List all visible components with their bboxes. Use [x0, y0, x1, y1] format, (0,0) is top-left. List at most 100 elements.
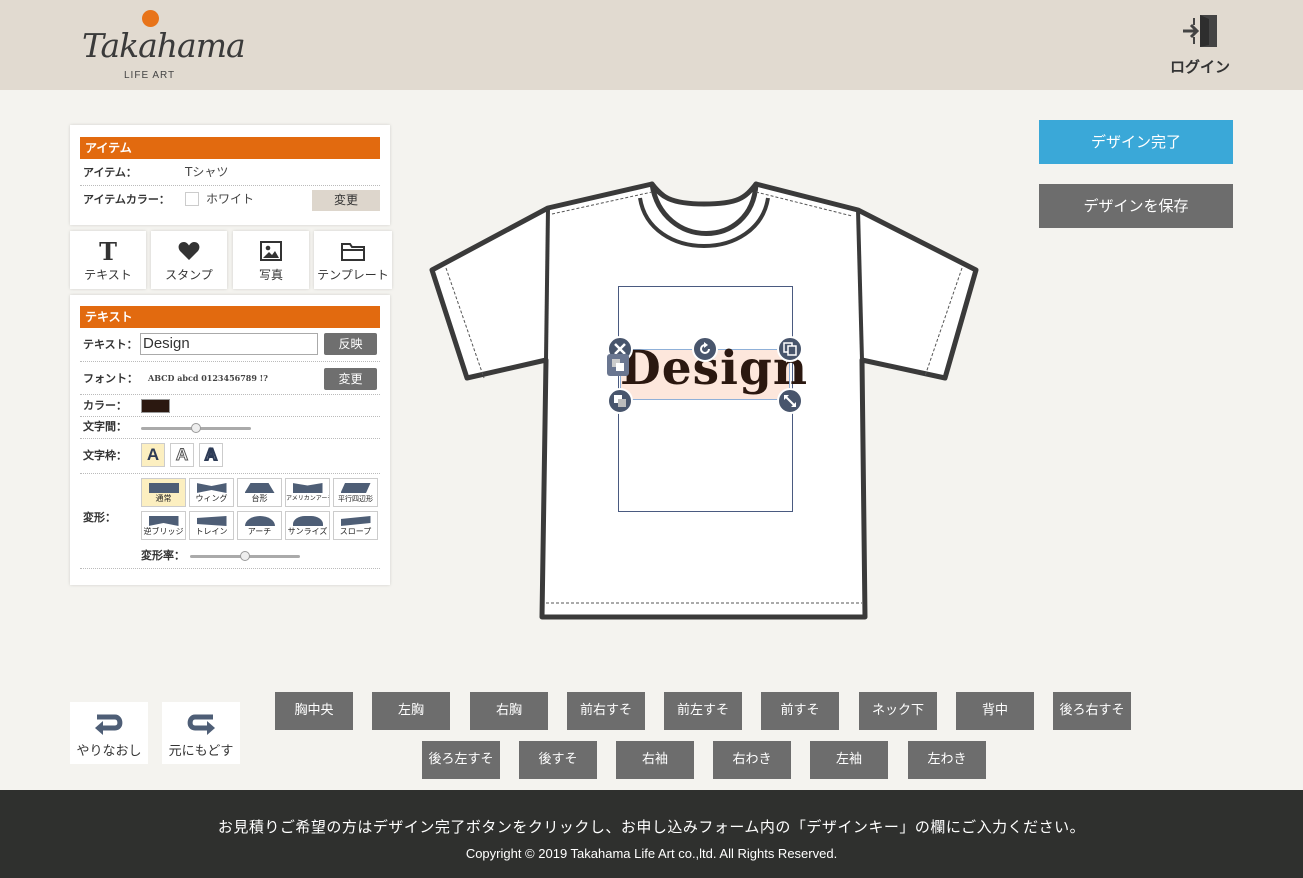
position-button[interactable]: 左袖	[810, 741, 888, 779]
deform-trapezoid-label: 台形	[251, 494, 268, 503]
outline-option-none[interactable]: A	[141, 443, 165, 467]
text-color-swatch[interactable]	[141, 399, 170, 413]
font-row: フォント： ABCD abcd 0123456789 !? 変更	[80, 362, 380, 395]
deform-parallelogram-shape	[340, 483, 371, 493]
login-icon	[1183, 15, 1217, 47]
position-button[interactable]: ネック下	[859, 692, 937, 730]
outline-option-thin[interactable]: A	[170, 443, 194, 467]
layer-back-handle[interactable]	[607, 354, 629, 376]
layer-front-handle[interactable]	[607, 388, 633, 414]
deform-reverse-bridge-label: 逆ブリッジ	[143, 527, 184, 536]
deform-trapezoid[interactable]: 台形	[237, 478, 282, 507]
position-button[interactable]: 胸中央	[275, 692, 353, 730]
deform-slope[interactable]: スロープ	[333, 511, 378, 540]
deform-sunrise-shape	[292, 516, 323, 526]
rotate-handle[interactable]	[692, 336, 718, 362]
color-row: カラー：	[80, 395, 380, 417]
position-button[interactable]: 背中	[956, 692, 1034, 730]
position-button[interactable]: 右袖	[616, 741, 694, 779]
undo-button[interactable]: やりなおし	[70, 702, 148, 764]
deform-american-arch-label: アメリカンアーチ	[286, 495, 329, 502]
design-complete-button[interactable]: デザイン完了	[1039, 120, 1233, 164]
tool-photo[interactable]: 写真	[233, 231, 309, 289]
position-button[interactable]: 後すそ	[519, 741, 597, 779]
item-color-value: ホワイト	[206, 192, 255, 206]
text-section-title: テキスト	[80, 306, 380, 328]
copyright: Copyright © 2019 Takahama Life Art co.,l…	[465, 846, 838, 861]
footer: お見積りご希望の方はデザイン完了ボタンをクリックし、お申し込みフォーム内の「デザ…	[0, 790, 1303, 878]
spacing-slider-handle[interactable]	[191, 423, 201, 433]
font-change-button[interactable]: 変更	[324, 368, 377, 390]
deform-rate-slider-handle[interactable]	[240, 551, 250, 561]
deform-reverse-bridge[interactable]: 逆ブリッジ	[141, 511, 186, 540]
deform-arch-shape	[244, 516, 275, 526]
position-button[interactable]: 左わき	[908, 741, 986, 779]
item-section-title: アイテム	[80, 137, 380, 159]
text-input-row: テキスト： Design 反映	[80, 328, 380, 362]
deform-train-label: トレイン	[195, 527, 228, 536]
duplicate-handle[interactable]	[777, 336, 803, 362]
text-input[interactable]: Design	[140, 333, 318, 355]
position-button[interactable]: 前右すそ	[567, 692, 645, 730]
position-button[interactable]: 後ろ右すそ	[1053, 692, 1131, 730]
redo-button[interactable]: 元にもどす	[162, 702, 240, 764]
tool-text-label: テキスト	[84, 268, 132, 282]
deform-arch[interactable]: アーチ	[237, 511, 282, 540]
position-button[interactable]: 前左すそ	[664, 692, 742, 730]
tool-stamp[interactable]: スタンプ	[151, 231, 227, 289]
image-icon	[260, 241, 282, 261]
font-label: フォント：	[83, 372, 138, 385]
login-button[interactable]: ログイン	[1162, 12, 1238, 80]
apply-text-button[interactable]: 反映	[324, 333, 377, 355]
text-label: テキスト：	[83, 338, 138, 351]
deform-american-arch[interactable]: アメリカンアーチ	[285, 478, 330, 507]
rotate-icon	[700, 342, 710, 354]
logo-subtitle: LIFE ART	[124, 70, 176, 81]
item-color-swatch	[185, 192, 199, 206]
deform-wing[interactable]: ウィング	[189, 478, 234, 507]
resize-handle[interactable]	[777, 388, 803, 414]
tool-stamp-label: スタンプ	[165, 268, 213, 282]
deform-sunrise-label: サンライズ	[287, 527, 328, 536]
deform-slope-shape	[340, 516, 371, 526]
item-change-button[interactable]: 変更	[312, 190, 380, 211]
logo-text: Takahama	[82, 26, 246, 65]
resize-icon	[784, 395, 796, 407]
deform-sunrise[interactable]: サンライズ	[285, 511, 330, 540]
redo-label: 元にもどす	[168, 744, 234, 759]
copy-icon	[783, 342, 797, 356]
item-color-row: アイテムカラー： ホワイト 変更	[80, 186, 380, 213]
deform-rate-slider[interactable]	[190, 551, 300, 561]
deform-parallelogram[interactable]: 平行四辺形	[333, 478, 378, 507]
position-button[interactable]: 前すそ	[761, 692, 839, 730]
deform-trapezoid-shape	[244, 483, 275, 493]
svg-text:T: T	[99, 239, 117, 263]
position-button[interactable]: 後ろ左すそ	[422, 741, 500, 779]
deform-train[interactable]: トレイン	[189, 511, 234, 540]
logo-dot	[142, 10, 159, 27]
deform-normal[interactable]: 通常	[141, 478, 186, 507]
position-button[interactable]: 右わき	[713, 741, 791, 779]
outline-label: 文字枠：	[83, 449, 127, 462]
design-save-button[interactable]: デザインを保存	[1039, 184, 1233, 228]
deform-rate-label: 変形率：	[141, 549, 185, 562]
layer-icon	[612, 359, 624, 371]
tool-text[interactable]: T テキスト	[70, 231, 146, 289]
deform-parallelogram-label: 平行四辺形	[338, 495, 373, 503]
outline-option-thick[interactable]: A	[199, 443, 223, 467]
logo[interactable]: Takahama LIFE ART	[80, 8, 246, 84]
spacing-row: 文字間：	[80, 417, 380, 439]
layer-front-icon	[614, 395, 626, 407]
item-value: Tシャツ	[185, 165, 229, 179]
header: Takahama LIFE ART ログイン	[0, 0, 1303, 90]
tool-bar: T テキスト スタンプ 写真 テンプレート	[70, 231, 392, 289]
tool-template-label: テンプレート	[317, 268, 389, 282]
tool-template[interactable]: テンプレート	[314, 231, 392, 289]
deform-train-shape	[196, 516, 227, 526]
login-label: ログイン	[1169, 58, 1230, 76]
spacing-slider[interactable]	[141, 423, 251, 433]
deform-american-arch-shape	[292, 483, 323, 493]
folder-icon	[341, 243, 365, 261]
position-button[interactable]: 右胸	[470, 692, 548, 730]
position-button[interactable]: 左胸	[372, 692, 450, 730]
